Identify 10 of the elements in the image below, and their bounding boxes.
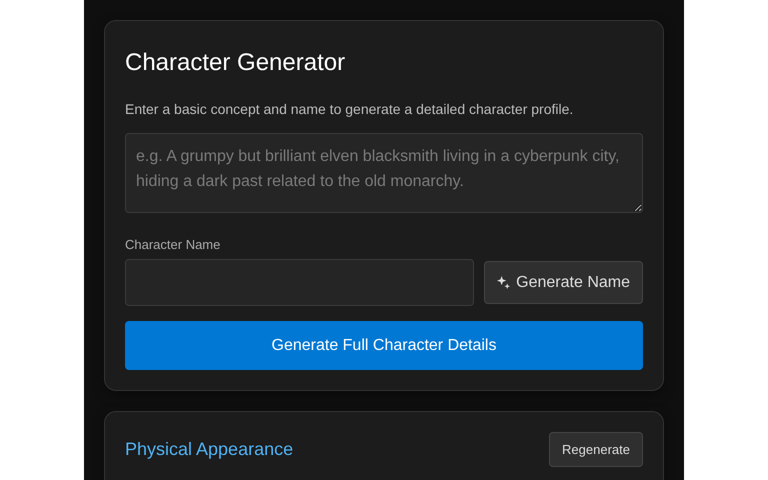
generate-button[interactable]: Generate Full Character Details bbox=[125, 321, 643, 370]
field-label: Character Name bbox=[125, 237, 222, 252]
sparkle-icon bbox=[497, 276, 510, 289]
name-field[interactable] bbox=[125, 259, 474, 306]
concept-field[interactable]: e.g. A grumpy but brilliant elven blacksmith living in a cyberpunk city, hiding a dark past related to the old monarchy. bbox=[125, 133, 643, 213]
regenerate-button[interactable]: Regenerate bbox=[549, 432, 643, 467]
generate-name-button[interactable]: Generate Name bbox=[484, 261, 643, 304]
card-title: Character Generator bbox=[125, 49, 346, 77]
section-title: Physical Appearance bbox=[125, 439, 294, 460]
card-description: Enter a basic concept and name to generate a detailed character profile. bbox=[125, 101, 574, 117]
